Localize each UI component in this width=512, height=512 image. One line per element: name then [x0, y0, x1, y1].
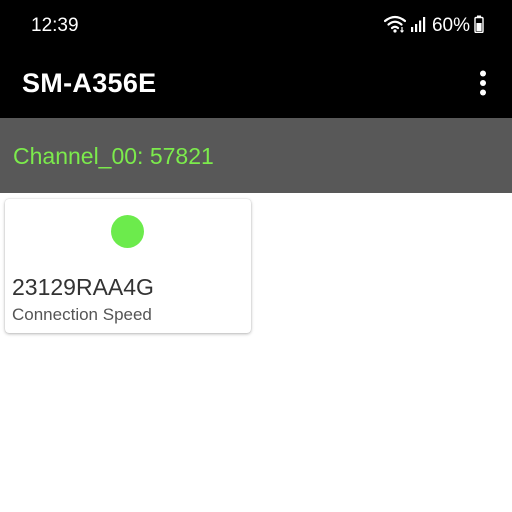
device-subtitle: Connection Speed [12, 305, 152, 324]
more-vert-icon[interactable] [472, 65, 494, 101]
channel-header: Channel_00: 57821 [0, 118, 512, 193]
device-id: 23129RAA4G [12, 274, 154, 300]
status-icons: 60% [383, 14, 484, 38]
device-card[interactable]: 23129RAA4G Connection Speed [5, 199, 251, 333]
signal-icon [410, 16, 426, 37]
battery-percent: 60% [431, 15, 470, 36]
app-screen: 12:39 60% SM-A356E Channel_00: 57821 231… [0, 0, 512, 512]
status-time: 12:39 [31, 15, 79, 36]
channel-label: Channel_00: 57821 [13, 143, 214, 169]
app-title: SM-A356E [22, 68, 157, 98]
app-bar: SM-A356E [0, 52, 512, 118]
battery-icon [474, 15, 484, 38]
status-bar: 12:39 60% [0, 0, 512, 52]
connection-status-icon [111, 215, 144, 248]
wifi-icon [383, 15, 407, 38]
